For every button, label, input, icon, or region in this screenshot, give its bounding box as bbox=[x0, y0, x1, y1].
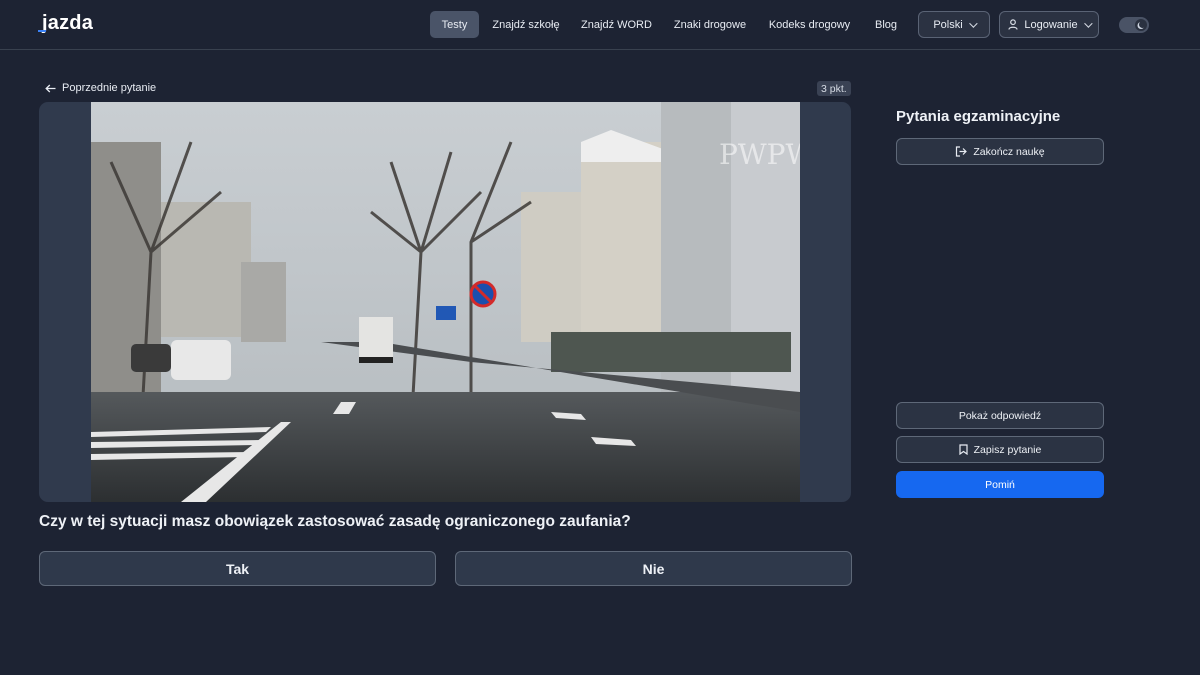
nav-tab-testy[interactable]: Testy bbox=[430, 11, 479, 38]
save-question-label: Zapisz pytanie bbox=[973, 443, 1042, 456]
bookmark-icon bbox=[959, 444, 968, 455]
user-icon bbox=[1008, 19, 1018, 30]
login-label: Logowanie bbox=[1024, 18, 1078, 31]
top-navbar: jazda Testy Znajdź szkołę Znajdź WORD Zn… bbox=[0, 0, 1200, 50]
previous-question-link[interactable]: Poprzednie pytanie bbox=[45, 82, 156, 94]
nav-link-road-signs[interactable]: Znaki drogowe bbox=[669, 11, 751, 38]
toggle-knob bbox=[1135, 19, 1147, 31]
language-label: Polski bbox=[933, 18, 963, 31]
login-dropdown[interactable]: Logowanie bbox=[999, 11, 1099, 38]
sidebar-title: Pytania egzaminacyjne bbox=[896, 108, 1061, 125]
logo[interactable]: jazda bbox=[42, 12, 93, 35]
chevron-down-icon bbox=[968, 18, 978, 28]
finish-learning-label: Zakończ naukę bbox=[973, 145, 1045, 158]
show-answer-button[interactable]: Pokaż odpowiedź bbox=[896, 402, 1104, 429]
save-question-button[interactable]: Zapisz pytanie bbox=[896, 436, 1104, 463]
moon-icon bbox=[1139, 21, 1146, 28]
skip-button[interactable]: Pomiń bbox=[896, 471, 1104, 498]
logout-icon bbox=[956, 146, 968, 157]
arrow-left-icon bbox=[45, 84, 56, 92]
points-badge: 3 pkt. bbox=[817, 81, 851, 96]
answer-no-button[interactable]: Nie bbox=[455, 551, 852, 586]
nav-link-traffic-code[interactable]: Kodeks drogowy bbox=[765, 11, 854, 38]
finish-learning-button[interactable]: Zakończ naukę bbox=[896, 138, 1104, 165]
previous-question-label: Poprzednie pytanie bbox=[62, 82, 157, 94]
nav-link-find-word[interactable]: Znajdź WORD bbox=[578, 11, 655, 38]
pwpw-watermark: PWPW bbox=[719, 138, 800, 171]
language-select[interactable]: Polski bbox=[918, 11, 990, 38]
answer-yes-button[interactable]: Tak bbox=[39, 551, 436, 586]
nav-link-find-school[interactable]: Znajdź szkołę bbox=[488, 11, 564, 38]
question-text: Czy w tej sytuacji masz obowiązek zastos… bbox=[39, 513, 631, 530]
theme-toggle[interactable] bbox=[1119, 17, 1149, 33]
question-media: PWPW bbox=[39, 102, 851, 502]
road-scene-image: PWPW bbox=[91, 102, 800, 502]
nav-link-blog[interactable]: Blog bbox=[869, 11, 903, 38]
chevron-down-icon bbox=[1083, 18, 1093, 28]
